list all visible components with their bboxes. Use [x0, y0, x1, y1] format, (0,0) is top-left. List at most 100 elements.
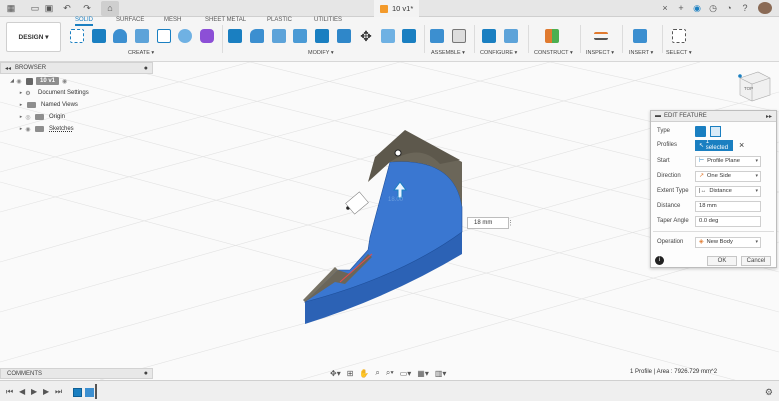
shell-icon[interactable] — [293, 29, 307, 43]
combine-icon[interactable] — [315, 29, 329, 43]
grid-settings-icon[interactable]: ▦▾ — [417, 369, 429, 378]
thin-extrude-type-icon[interactable] — [710, 125, 721, 137]
timeline-sketch-item[interactable] — [73, 388, 82, 397]
split-body-icon[interactable] — [402, 29, 416, 43]
user-avatar[interactable] — [758, 2, 772, 14]
extent-type-select[interactable]: |↔ Distance ▾ — [695, 185, 761, 197]
hole-icon[interactable] — [135, 29, 149, 43]
distance-field[interactable]: 18 mm — [695, 200, 761, 212]
pattern-icon[interactable] — [157, 29, 171, 43]
browser-item-origin[interactable]: ▸ ◎ Origin — [18, 111, 65, 123]
distance-input-box[interactable]: 18 mm ⋮ — [467, 217, 514, 229]
browser-item-named-views[interactable]: ▸ Named Views — [18, 99, 78, 111]
fit-icon[interactable]: ⌕▾ — [386, 368, 394, 378]
taper-angle-field[interactable]: 0.0 deg — [695, 215, 761, 227]
job-status-icon[interactable]: ◷ — [708, 3, 718, 13]
visibility-off-icon[interactable]: ◎ — [24, 114, 32, 121]
next-step-icon[interactable]: ▶ — [43, 387, 49, 396]
create-sketch-icon[interactable] — [70, 29, 84, 43]
expand-dialog-icon[interactable]: ▸▸ — [766, 113, 772, 120]
start-select[interactable]: ⊢ Profile Plane ▾ — [695, 155, 761, 167]
orbit-icon[interactable]: ✥▾ — [330, 369, 341, 378]
chamfer-icon[interactable] — [272, 29, 286, 43]
workspace-switcher[interactable]: DESIGN ▾ — [6, 22, 61, 52]
document-tab[interactable]: 10 v1* — [374, 0, 420, 17]
timeline-settings-icon[interactable]: ⚙ — [765, 387, 773, 398]
help-icon[interactable]: ? — [740, 3, 750, 13]
panel-toggle-icon[interactable]: ● — [144, 65, 148, 72]
tab-plastic[interactable]: PLASTIC — [267, 17, 292, 23]
new-tab-icon[interactable]: + — [676, 3, 686, 13]
measure-icon[interactable] — [594, 32, 608, 40]
new-component-icon[interactable] — [430, 29, 444, 43]
display-settings-icon[interactable]: ▭▾ — [400, 369, 412, 378]
profiles-selection-button[interactable]: ↖ 1 selected — [695, 139, 733, 151]
scale-icon[interactable] — [337, 29, 351, 43]
visibility-icon[interactable]: ◉ — [15, 78, 23, 85]
more-options-icon[interactable]: ⋮ — [507, 219, 514, 227]
info-icon[interactable]: i — [655, 256, 664, 265]
last-step-icon[interactable]: ⏭ — [55, 387, 62, 397]
first-step-icon[interactable]: ⏮ — [6, 387, 13, 397]
timeline-marker[interactable] — [95, 384, 97, 399]
panel-toggle-icon[interactable]: ● — [144, 370, 148, 377]
revolve-icon[interactable] — [113, 29, 127, 43]
tab-utilities[interactable]: UTILITIES — [314, 17, 342, 23]
cancel-button[interactable]: Cancel — [741, 256, 771, 266]
timeline-extrude-item[interactable] — [85, 388, 94, 397]
viewports-icon[interactable]: ▥▾ — [435, 369, 447, 378]
collapse-arrows-icon[interactable]: ◂◂ — [5, 65, 11, 72]
group-inspect[interactable]: INSPECT ▾ — [586, 50, 614, 56]
direction-select[interactable]: ↗ One Side ▾ — [695, 170, 761, 182]
joint-icon[interactable] — [452, 29, 466, 43]
extensions-icon[interactable]: ◉ — [692, 3, 702, 13]
grid-menu-icon[interactable]: ▦ — [6, 3, 16, 13]
browser-root[interactable]: ◢ ◉ 10 v1 ◉ — [9, 75, 67, 87]
notifications-icon[interactable]: ◔ — [724, 3, 734, 13]
play-icon[interactable]: ▶ — [31, 387, 37, 396]
viewcube-label[interactable]: TOP — [744, 86, 753, 91]
redo-icon[interactable]: ↷ — [82, 3, 92, 13]
extrude-icon[interactable] — [92, 29, 106, 43]
close-icon[interactable]: × — [660, 3, 670, 13]
press-pull-icon[interactable] — [228, 29, 242, 43]
home-icon[interactable]: ⌂ — [101, 1, 119, 16]
save-icon[interactable]: ▣ — [44, 3, 54, 13]
group-select[interactable]: SELECT ▾ — [666, 50, 692, 56]
fillet-icon[interactable] — [250, 29, 264, 43]
group-configure[interactable]: CONFIGURE ▾ — [480, 50, 517, 56]
visibility-icon[interactable]: ◉ — [24, 126, 32, 133]
browser-item-sketches[interactable]: ▸ ◉ Sketches — [18, 123, 74, 135]
group-construct[interactable]: CONSTRUCT ▾ — [534, 50, 573, 56]
clear-selection-icon[interactable]: × — [739, 140, 744, 150]
dialog-collapse-icon[interactable]: ▬ — [655, 113, 661, 119]
file-icon[interactable]: ▭ — [30, 3, 40, 13]
ok-button[interactable]: OK — [707, 256, 737, 266]
align-icon[interactable] — [381, 29, 395, 43]
previous-step-icon[interactable]: ◀ — [19, 387, 25, 396]
offset-plane-icon[interactable] — [545, 29, 559, 43]
group-modify[interactable]: MODIFY ▾ — [308, 50, 334, 56]
group-create[interactable]: CREATE ▾ — [128, 50, 154, 56]
solid-extrude-type-icon[interactable] — [695, 125, 706, 137]
zoom-icon[interactable]: ⌕ — [375, 368, 379, 378]
mirror-icon[interactable] — [178, 29, 192, 43]
tab-surface[interactable]: SURFACE — [116, 17, 144, 23]
configure-table-icon[interactable] — [482, 29, 496, 43]
tab-mesh[interactable]: MESH — [164, 17, 181, 23]
undo-icon[interactable]: ↶ — [62, 3, 72, 13]
select-icon[interactable] — [672, 29, 686, 43]
operation-select[interactable]: ◈ New Body ▾ — [695, 236, 761, 248]
pan-icon[interactable]: ✋ — [359, 369, 369, 378]
configure-rule-icon[interactable] — [504, 29, 518, 43]
extrude-body[interactable] — [303, 130, 463, 324]
form-icon[interactable] — [200, 29, 214, 43]
viewcube[interactable] — [738, 71, 771, 102]
tab-solid[interactable]: SOLID — [75, 17, 94, 26]
move-icon[interactable]: ✥ — [359, 29, 373, 43]
group-assemble[interactable]: ASSEMBLE ▾ — [431, 50, 465, 56]
group-insert[interactable]: INSERT ▾ — [629, 50, 653, 56]
look-at-icon[interactable]: ⊞ — [347, 369, 354, 378]
active-marker-icon[interactable]: ◉ — [62, 78, 67, 85]
tab-sheet-metal[interactable]: SHEET METAL — [205, 17, 246, 23]
